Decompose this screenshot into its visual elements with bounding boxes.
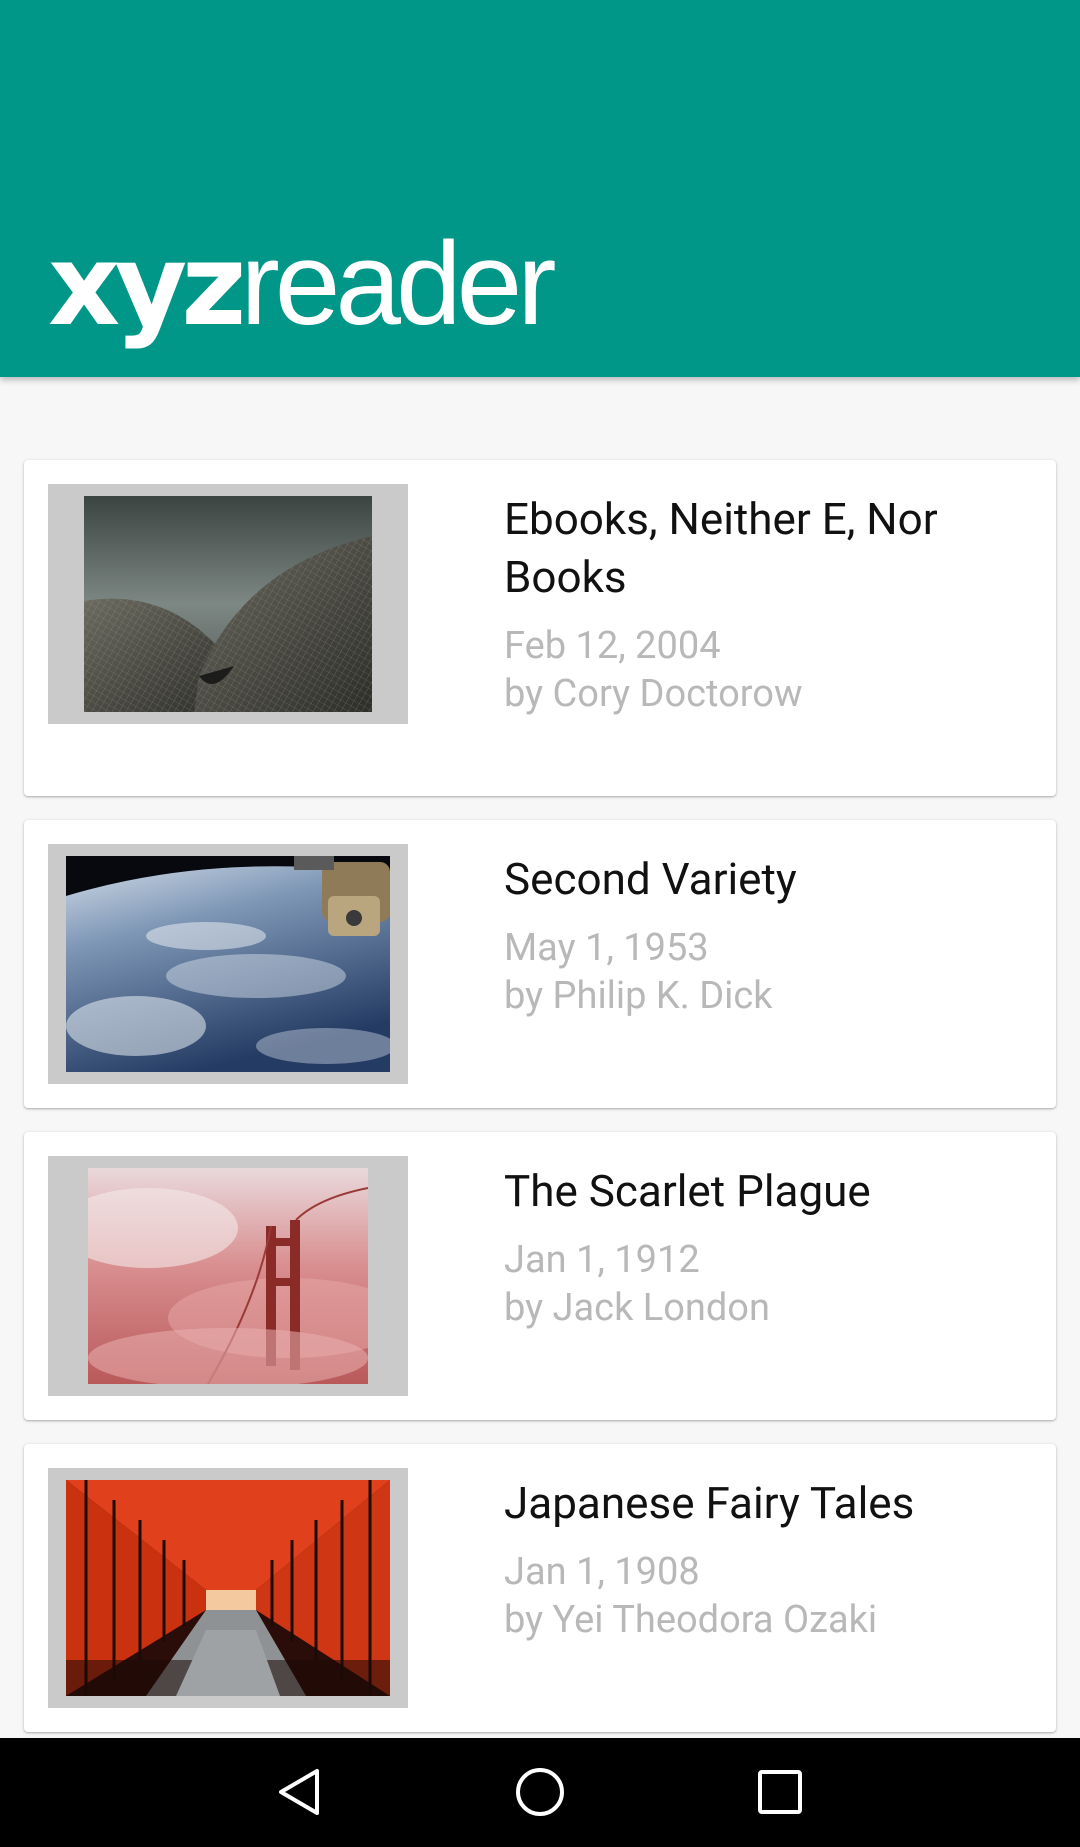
system-navigation-bar — [0, 1738, 1080, 1847]
app-logo: xyzreader — [48, 225, 557, 343]
article-title: Japanese Fairy Tales — [504, 1477, 915, 1529]
opera-house-photo — [84, 496, 372, 712]
article-title: Second Variety — [504, 853, 797, 905]
article-author: by Philip K. Dick — [504, 974, 773, 1018]
logo-reader: reader — [240, 218, 556, 350]
article-thumbnail — [48, 484, 408, 724]
article-text: Ebooks, Neither E, Nor Books Feb 12, 200… — [504, 490, 1044, 718]
home-icon — [516, 1768, 564, 1816]
article-thumbnail — [48, 844, 408, 1084]
back-button[interactable] — [230, 1738, 370, 1847]
logo-xyz: xyz — [48, 221, 246, 351]
article-author: by Jack London — [504, 1286, 770, 1330]
app-bar: xyzreader — [0, 0, 1080, 377]
article-title: Ebooks, Neither E, Nor Books — [504, 493, 938, 603]
article-date: Jan 1, 1908 — [504, 1550, 700, 1594]
article-thumbnail — [48, 1156, 408, 1396]
article-card[interactable]: The Scarlet Plague Jan 1, 1912 by Jack L… — [24, 1132, 1056, 1420]
article-title: The Scarlet Plague — [504, 1165, 871, 1217]
article-date: May 1, 1953 — [504, 926, 709, 970]
article-text: The Scarlet Plague Jan 1, 1912 by Jack L… — [504, 1162, 1044, 1332]
article-text: Japanese Fairy Tales Jan 1, 1908 by Yei … — [504, 1474, 1044, 1644]
article-card[interactable]: Second Variety May 1, 1953 by Philip K. … — [24, 820, 1056, 1108]
back-icon — [279, 1769, 319, 1815]
earth-from-space-photo — [66, 856, 390, 1072]
article-date: Jan 1, 1912 — [504, 1238, 700, 1282]
article-card[interactable]: Ebooks, Neither E, Nor Books Feb 12, 200… — [24, 460, 1056, 796]
article-date: Feb 12, 2004 — [504, 624, 721, 668]
article-thumbnail — [48, 1468, 408, 1708]
home-button[interactable] — [470, 1738, 610, 1847]
article-text: Second Variety May 1, 1953 by Philip K. … — [504, 850, 1044, 1020]
recents-button[interactable] — [710, 1738, 850, 1847]
article-author: by Yei Theodora Ozaki — [504, 1598, 878, 1642]
torii-gates-photo — [66, 1480, 390, 1696]
bridge-in-fog-photo — [88, 1168, 368, 1384]
article-card[interactable]: Japanese Fairy Tales Jan 1, 1908 by Yei … — [24, 1444, 1056, 1732]
recents-icon — [758, 1770, 802, 1814]
article-author: by Cory Doctorow — [504, 672, 803, 716]
